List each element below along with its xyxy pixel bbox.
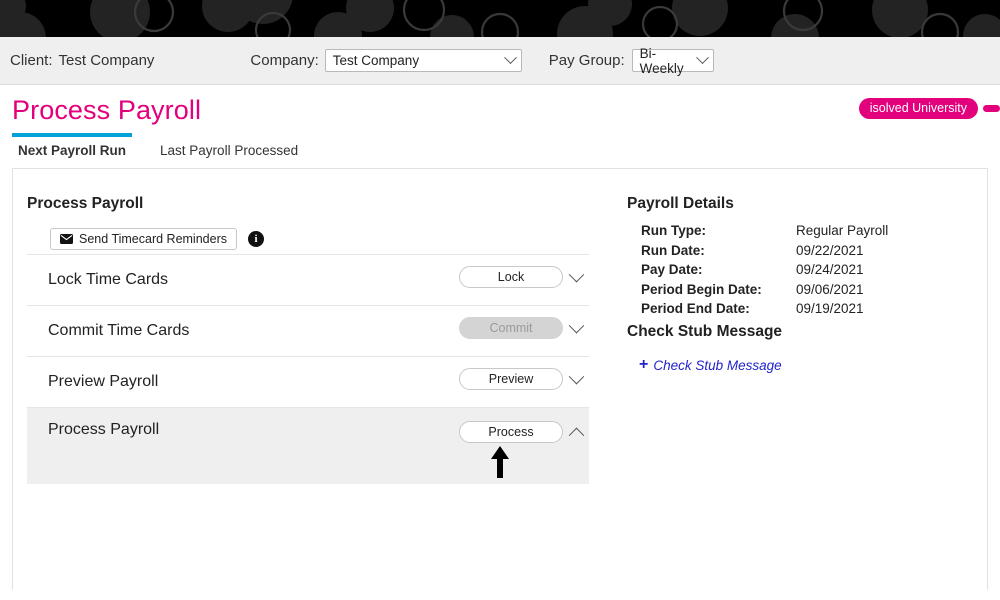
chevron-down-icon [568, 266, 584, 282]
chevron-down-icon [504, 51, 517, 64]
chevron-down-icon [568, 368, 584, 384]
detail-label-pay-date: Pay Date: [627, 262, 796, 277]
step-lock-time-cards: Lock Time Cards Lock [27, 254, 589, 305]
step-preview-expand-toggle[interactable] [563, 374, 589, 385]
detail-label-period-end-date: Period End Date: [627, 301, 796, 316]
step-lock-time-cards-label: Lock Time Cards [48, 271, 168, 289]
step-process-payroll-label: Process Payroll [48, 421, 159, 439]
tab-next-payroll-run-label: Next Payroll Run [18, 143, 126, 158]
page-title: Process Payroll [12, 95, 201, 126]
step-process-expand-toggle[interactable] [563, 427, 589, 438]
step-preview-payroll: Preview Payroll Preview [27, 356, 589, 407]
step-lock-expand-toggle[interactable] [563, 272, 589, 283]
company-select[interactable]: Test Company [325, 49, 522, 72]
step-commit-time-cards-label: Commit Time Cards [48, 322, 189, 340]
company-label: Company: [250, 52, 318, 69]
add-check-stub-message-link[interactable]: + Check Stub Message [639, 357, 782, 373]
page-header: Process Payroll isolved University Next … [0, 85, 1000, 168]
step-commit-expand-toggle[interactable] [563, 323, 589, 334]
send-timecard-reminders-button[interactable]: Send Timecard Reminders [50, 228, 237, 250]
detail-value-period-begin-date: 09/06/2021 [796, 282, 864, 297]
pay-group-label: Pay Group: [549, 52, 625, 69]
plus-icon: + [639, 357, 648, 373]
detail-row: Period Begin Date: 09/06/2021 [627, 280, 967, 300]
process-button[interactable]: Process [459, 421, 563, 443]
detail-value-run-type: Regular Payroll [796, 223, 888, 238]
app-banner [0, 0, 1000, 37]
client-context-bar: Client: Test Company Company: Test Compa… [0, 37, 1000, 85]
step-preview-payroll-action: Preview [459, 368, 589, 390]
commit-button: Commit [459, 317, 563, 339]
lock-button[interactable]: Lock [459, 266, 563, 288]
add-check-stub-message-label: Check Stub Message [653, 358, 781, 373]
detail-value-pay-date: 09/24/2021 [796, 262, 864, 277]
envelope-icon [60, 234, 73, 244]
detail-row: Pay Date: 09/24/2021 [627, 260, 967, 280]
chevron-down-icon [696, 51, 709, 64]
circles-pattern-icon [0, 0, 1000, 37]
tab-last-payroll-processed[interactable]: Last Payroll Processed [154, 133, 304, 166]
step-process-payroll-action: Process [459, 421, 589, 443]
client-label: Client: [10, 52, 53, 69]
company-select-value: Test Company [333, 53, 419, 68]
preview-button[interactable]: Preview [459, 368, 563, 390]
payroll-details-heading: Payroll Details [627, 195, 734, 213]
info-icon[interactable]: i [248, 231, 264, 247]
detail-row: Period End Date: 09/19/2021 [627, 299, 967, 319]
chevron-up-icon [568, 427, 584, 443]
tab-next-payroll-run[interactable]: Next Payroll Run [12, 133, 132, 166]
step-process-payroll: Process Payroll Process [27, 407, 589, 484]
badge-group: isolved University [859, 98, 1000, 119]
status-badge-clipped[interactable] [983, 105, 1000, 112]
send-timecard-reminders-label: Send Timecard Reminders [79, 232, 227, 246]
step-commit-time-cards: Commit Time Cards Commit [27, 305, 589, 356]
detail-value-period-end-date: 09/19/2021 [796, 301, 864, 316]
tab-bar: Next Payroll Run Last Payroll Processed [12, 133, 304, 166]
pay-group-select-value: Bi-Weekly [640, 46, 698, 76]
check-stub-message-heading: Check Stub Message [627, 323, 782, 341]
payroll-details-list: Run Type: Regular Payroll Run Date: 09/2… [627, 221, 967, 319]
pointer-arrow-annotation [489, 446, 511, 478]
step-commit-time-cards-action: Commit [459, 317, 589, 339]
payroll-step-list: Lock Time Cards Lock Commit Time Cards C… [27, 254, 589, 484]
tab-last-payroll-processed-label: Last Payroll Processed [160, 143, 298, 158]
step-lock-time-cards-action: Lock [459, 266, 589, 288]
detail-row: Run Type: Regular Payroll [627, 221, 967, 241]
reminder-row: Send Timecard Reminders i [50, 228, 264, 250]
detail-label-run-type: Run Type: [627, 223, 796, 238]
detail-row: Run Date: 09/22/2021 [627, 241, 967, 261]
client-value: Test Company [59, 52, 155, 69]
pay-group-select[interactable]: Bi-Weekly [632, 49, 714, 72]
detail-value-run-date: 09/22/2021 [796, 243, 864, 258]
process-payroll-card: Process Payroll Send Timecard Reminders … [12, 168, 988, 590]
process-panel-heading: Process Payroll [27, 195, 143, 213]
status-badge-isolved-university[interactable]: isolved University [859, 98, 978, 119]
step-preview-payroll-label: Preview Payroll [48, 373, 158, 391]
detail-label-run-date: Run Date: [627, 243, 796, 258]
detail-label-period-begin-date: Period Begin Date: [627, 282, 796, 297]
chevron-down-icon [568, 317, 584, 333]
